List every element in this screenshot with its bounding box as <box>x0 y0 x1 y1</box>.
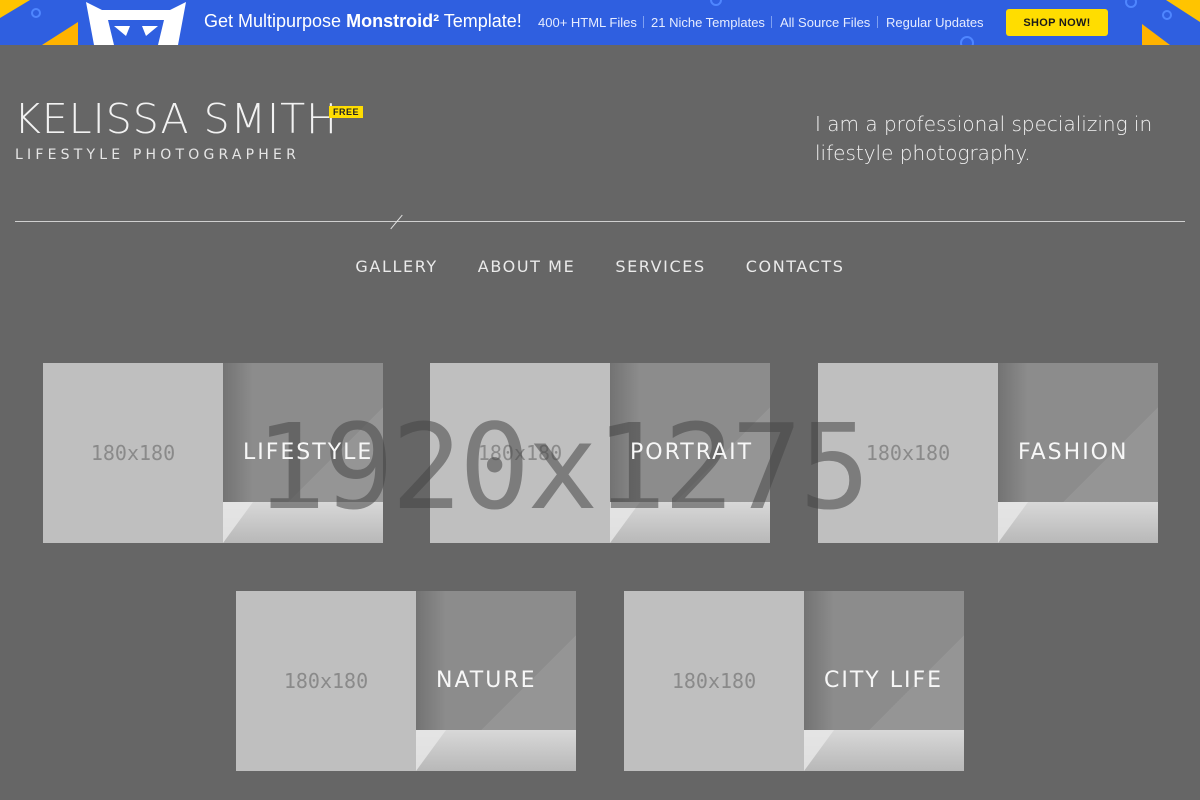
decor-ring <box>710 0 722 6</box>
tile-thumbnail: 180x180 <box>236 591 416 771</box>
tile-label: NATURE <box>436 668 537 693</box>
tile-panel: NATURE <box>416 591 576 771</box>
site-name[interactable]: KELISSA SMITH <box>14 99 338 140</box>
decor-triangle <box>0 0 30 18</box>
promo-separator <box>877 16 878 28</box>
decor-ring <box>1125 0 1137 8</box>
tile-panel: FASHION <box>998 363 1158 543</box>
promo-feature: 400+ HTML Files <box>538 15 637 30</box>
gallery-tile-fashion[interactable]: 180x180 FASHION <box>818 363 1158 543</box>
tile-thumbnail: 180x180 <box>43 363 223 543</box>
tile-label: CITY LIFE <box>824 668 944 693</box>
nav-item-about-me[interactable]: ABOUT ME <box>478 257 576 276</box>
decor-ring <box>1162 10 1172 20</box>
promo-separator <box>643 16 644 28</box>
site-subtitle: LIFESTYLE PHOTOGRAPHER <box>15 147 301 163</box>
tile-panel: PORTRAIT <box>610 363 770 543</box>
tile-thumbnail: 180x180 <box>430 363 610 543</box>
decor-triangle <box>1142 24 1170 45</box>
tagline: I am a professional specializing in life… <box>815 112 1153 165</box>
monstroid-logo-icon <box>86 2 186 45</box>
gallery-tile-portrait[interactable]: 180x180 PORTRAIT <box>430 363 770 543</box>
promo-feature: Regular Updates <box>886 15 984 30</box>
gallery-tile-lifestyle[interactable]: 180x180 LIFESTYLE <box>43 363 383 543</box>
tile-thumbnail: 180x180 <box>624 591 804 771</box>
tile-label: PORTRAIT <box>630 440 754 465</box>
header-divider <box>15 221 1185 222</box>
decor-ring <box>31 8 41 18</box>
tile-label: LIFESTYLE <box>243 440 374 465</box>
tile-thumbnail: 180x180 <box>818 363 998 543</box>
nav-item-contacts[interactable]: CONTACTS <box>746 257 845 276</box>
decor-triangle <box>1166 0 1200 22</box>
main-nav: GALLERY ABOUT ME SERVICES CONTACTS <box>0 257 1200 276</box>
promo-title: Get Multipurpose Monstroid² Template! <box>204 11 522 31</box>
promo-feature: 21 Niche Templates <box>651 15 765 30</box>
decor-triangle <box>42 22 78 45</box>
tile-label: FASHION <box>1018 440 1129 465</box>
gallery-tile-nature[interactable]: 180x180 NATURE <box>236 591 576 771</box>
shop-now-button[interactable]: SHOP NOW! <box>1006 9 1108 36</box>
divider-slash <box>390 214 403 230</box>
decor-ring <box>960 36 974 45</box>
tile-panel: LIFESTYLE <box>223 363 383 543</box>
nav-item-services[interactable]: SERVICES <box>615 257 705 276</box>
promo-banner[interactable]: Get Multipurpose Monstroid² Template! 40… <box>0 0 1200 45</box>
promo-feature: All Source Files <box>780 15 871 30</box>
free-badge: FREE <box>329 106 364 118</box>
promo-separator <box>771 16 772 28</box>
gallery-tile-city-life[interactable]: 180x180 CITY LIFE <box>624 591 964 771</box>
tile-panel: CITY LIFE <box>804 591 964 771</box>
nav-item-gallery[interactable]: GALLERY <box>355 257 437 276</box>
